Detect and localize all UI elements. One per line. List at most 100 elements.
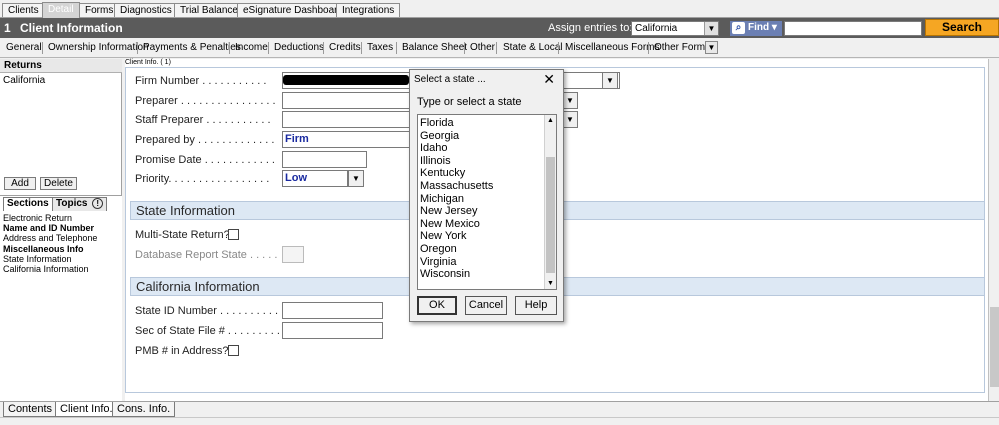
list-scrollbar[interactable]: ▲ ▼: [544, 115, 556, 289]
divider: [137, 42, 138, 54]
tab-contents[interactable]: Contents: [3, 402, 58, 417]
redaction: [283, 75, 409, 85]
close-icon[interactable]: ✕: [543, 71, 555, 87]
tab-detail[interactable]: Detail: [42, 2, 80, 18]
divider: [558, 42, 559, 54]
cancel-button[interactable]: Cancel: [465, 296, 507, 315]
subtab-payments-penalties[interactable]: Payments & Penalties: [143, 42, 241, 53]
state-list[interactable]: Florida Georgia Idaho Illinois Kentucky …: [417, 114, 557, 290]
state-option-illinois[interactable]: Illinois: [420, 155, 493, 168]
sections-area: Sections Topics ! Electronic Return Name…: [0, 195, 122, 401]
state-option-michigan[interactable]: Michigan: [420, 193, 493, 206]
state-option-idaho[interactable]: Idaho: [420, 142, 493, 155]
find-input[interactable]: [784, 21, 922, 36]
state-option-massachusetts[interactable]: Massachusetts: [420, 180, 493, 193]
top-tab-strip: Clients Detail Forms Diagnostics Trial B…: [0, 0, 999, 18]
subtab-credits[interactable]: Credits: [329, 42, 361, 53]
priority-select[interactable]: Low: [282, 170, 348, 187]
scrollbar-thumb[interactable]: [990, 307, 999, 387]
tab-cons-info[interactable]: Cons. Info.: [112, 402, 176, 417]
subtab-other-forms[interactable]: Other Forms: [654, 42, 710, 53]
subtab-taxes[interactable]: Taxes: [367, 42, 393, 53]
chevron-down-icon[interactable]: ▼: [705, 41, 718, 54]
state-id-number-field[interactable]: [282, 302, 383, 319]
vertical-scrollbar[interactable]: [988, 59, 999, 401]
returns-list-item[interactable]: California: [0, 74, 122, 87]
frame-label: Client Info. ( 1): [125, 59, 171, 66]
find-button[interactable]: ⌕ Find ▾: [730, 21, 782, 36]
tab-sections[interactable]: Sections: [3, 197, 53, 211]
multi-state-checkbox[interactable]: [228, 229, 239, 240]
pmb-in-address-label: PMB # in Address?: [135, 345, 229, 357]
chevron-down-icon[interactable]: ▼: [545, 278, 556, 289]
state-option-new-jersey[interactable]: New Jersey: [420, 205, 493, 218]
state-id-number-label: State ID Number . . . . . . . . . .: [135, 305, 279, 317]
search-button[interactable]: Search: [925, 19, 999, 36]
state-option-new-mexico[interactable]: New Mexico: [420, 218, 493, 231]
state-option-oregon[interactable]: Oregon: [420, 243, 493, 256]
dialog-title: Select a state ...: [414, 74, 486, 85]
scrollbar-thumb[interactable]: [546, 157, 555, 273]
delete-button[interactable]: Delete: [40, 177, 77, 190]
assign-entries-label: Assign entries to:: [548, 22, 633, 34]
section-link-miscellaneous-info[interactable]: Miscellaneous Info: [3, 244, 97, 254]
state-option-wisconsin[interactable]: Wisconsin: [420, 268, 493, 281]
state-option-new-york[interactable]: New York: [420, 230, 493, 243]
multi-state-label: Multi-State Return?: [135, 229, 230, 241]
assign-entries-select[interactable]: California ▼: [631, 21, 719, 36]
section-link-california-information[interactable]: California Information: [3, 264, 97, 274]
subtab-balance-sheet[interactable]: Balance Sheet: [402, 42, 467, 53]
alert-icon: !: [92, 198, 104, 209]
divider: [464, 42, 465, 54]
section-link-name-and-id[interactable]: Name and ID Number: [3, 223, 97, 233]
preparer-select[interactable]: [282, 92, 412, 109]
ok-button[interactable]: OK: [417, 296, 457, 315]
chevron-down-icon[interactable]: ▼: [562, 111, 578, 128]
subtab-state-local[interactable]: State & Local: [503, 42, 562, 53]
tab-topics[interactable]: Topics !: [52, 197, 108, 211]
divider: [229, 42, 230, 54]
tab-diagnostics[interactable]: Diagnostics: [114, 3, 178, 17]
tab-integrations[interactable]: Integrations: [336, 3, 401, 17]
chevron-up-icon[interactable]: ▲: [545, 115, 556, 126]
divider: [648, 42, 649, 54]
subtab-deductions[interactable]: Deductions: [274, 42, 324, 53]
sec-of-state-file-label: Sec of State File # . . . . . . . . .: [135, 325, 280, 337]
sec-of-state-file-field[interactable]: [282, 322, 383, 339]
staff-preparer-select[interactable]: [282, 111, 412, 128]
help-button[interactable]: Help: [515, 296, 557, 315]
state-option-florida[interactable]: Florida: [420, 117, 493, 130]
add-button[interactable]: Add: [4, 177, 36, 190]
subtab-income[interactable]: Income: [235, 42, 268, 53]
topics-label: Topics: [56, 198, 88, 209]
page-title: Client Information: [20, 21, 123, 35]
chevron-down-icon[interactable]: ▼: [562, 92, 578, 109]
prepared-by-select[interactable]: Firm: [282, 131, 412, 148]
divider: [496, 42, 497, 54]
subtab-general[interactable]: General: [6, 42, 42, 53]
promise-date-field[interactable]: [282, 151, 367, 168]
left-panel: Returns California Add Delete Sections T…: [0, 59, 122, 401]
subtab-miscellaneous-forms[interactable]: Miscellaneous Forms: [565, 42, 659, 53]
tab-clients[interactable]: Clients: [2, 3, 45, 17]
tab-trial-balance[interactable]: Trial Balance: [174, 3, 244, 17]
state-option-georgia[interactable]: Georgia: [420, 130, 493, 143]
section-link-address-and-telephone[interactable]: Address and Telephone: [3, 233, 97, 243]
tab-client-info[interactable]: Client Info.: [55, 402, 118, 417]
dialog-prompt: Type or select a state: [417, 96, 522, 108]
section-link-state-information[interactable]: State Information: [3, 254, 97, 264]
subtab-other[interactable]: Other: [470, 42, 495, 53]
firm-number-field[interactable]: [282, 72, 412, 89]
chevron-down-icon[interactable]: ▼: [602, 72, 618, 89]
divider: [396, 42, 397, 54]
state-option-kentucky[interactable]: Kentucky: [420, 167, 493, 180]
pmb-in-address-checkbox[interactable]: [228, 345, 239, 356]
database-report-state-label: Database Report State . . . . .: [135, 249, 278, 261]
chevron-down-icon[interactable]: ▼: [348, 170, 364, 187]
tab-esignature-dashboard[interactable]: eSignature Dashboard: [237, 3, 350, 17]
staff-preparer-label: Staff Preparer . . . . . . . . . . .: [135, 114, 271, 126]
state-option-virginia[interactable]: Virginia: [420, 256, 493, 269]
section-link-electronic-return[interactable]: Electronic Return: [3, 213, 97, 223]
chevron-down-icon: ▼: [704, 22, 718, 35]
subtab-ownership-information[interactable]: Ownership Information: [48, 42, 149, 53]
